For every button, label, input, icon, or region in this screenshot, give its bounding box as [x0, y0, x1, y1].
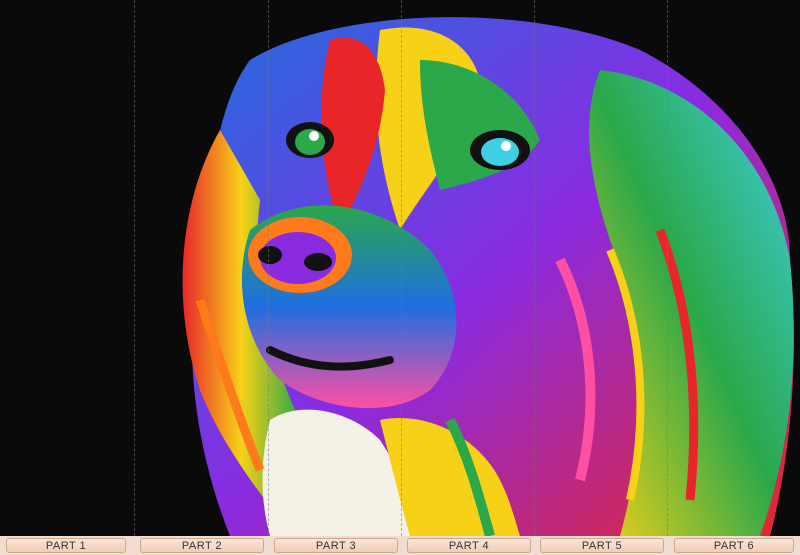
dog-artwork: [0, 0, 800, 536]
part-1-tab[interactable]: PART 1: [6, 538, 126, 553]
part-6-tab[interactable]: PART 6: [674, 538, 794, 553]
panel-divider: [134, 0, 135, 536]
part-4-tab[interactable]: PART 4: [407, 538, 531, 553]
part-tabs: PART 1 PART 2 PART 3 PART 4 PART 5 PART …: [0, 536, 800, 555]
panel-divider: [667, 0, 668, 536]
split-canvas-preview: PART 1 PART 2 PART 3 PART 4 PART 5 PART …: [0, 0, 800, 555]
panel-divider: [268, 0, 269, 536]
part-2-tab[interactable]: PART 2: [140, 538, 264, 553]
panel-divider: [534, 0, 535, 536]
dog-illustration: [182, 17, 794, 536]
part-5-tab[interactable]: PART 5: [540, 538, 664, 553]
panel-divider: [401, 0, 402, 536]
part-3-tab[interactable]: PART 3: [274, 538, 398, 553]
